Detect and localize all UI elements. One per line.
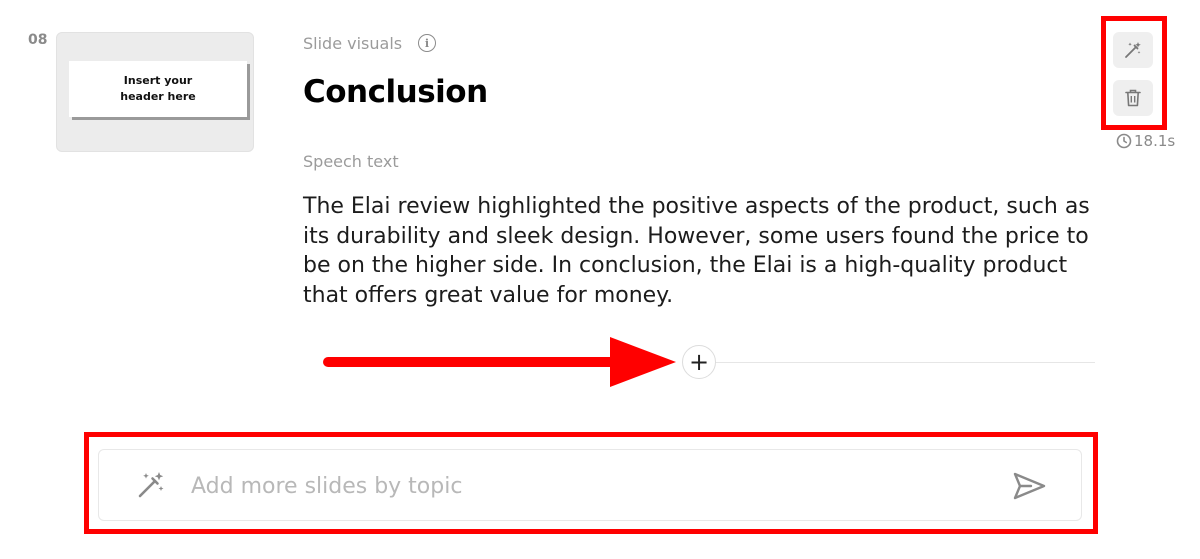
annotation-arrow (323, 337, 676, 387)
duration-value: 18.1s (1134, 132, 1176, 150)
slide-visuals-label: Slide visuals (303, 34, 403, 53)
plus-icon: + (688, 348, 710, 376)
clock-icon (1116, 133, 1132, 149)
speech-text-label: Speech text (303, 152, 399, 171)
tools-highlight-box (1101, 16, 1167, 130)
slide-thumbnail[interactable]: Insert your header here (56, 32, 254, 152)
thumbnail-header-text: Insert your header here (120, 74, 196, 103)
prompt-highlight-box (84, 432, 1098, 534)
thumbnail-header-card: Insert your header here (69, 61, 247, 117)
slide-title[interactable]: Conclusion (303, 74, 488, 110)
add-slide-button[interactable]: + (682, 345, 716, 379)
slide-number: 08 (28, 32, 48, 48)
info-icon[interactable]: i (418, 34, 436, 52)
slide-duration: 18.1s (1116, 132, 1175, 150)
speech-text[interactable]: The Elai review highlighted the positive… (303, 192, 1093, 310)
divider-line (700, 362, 1095, 363)
